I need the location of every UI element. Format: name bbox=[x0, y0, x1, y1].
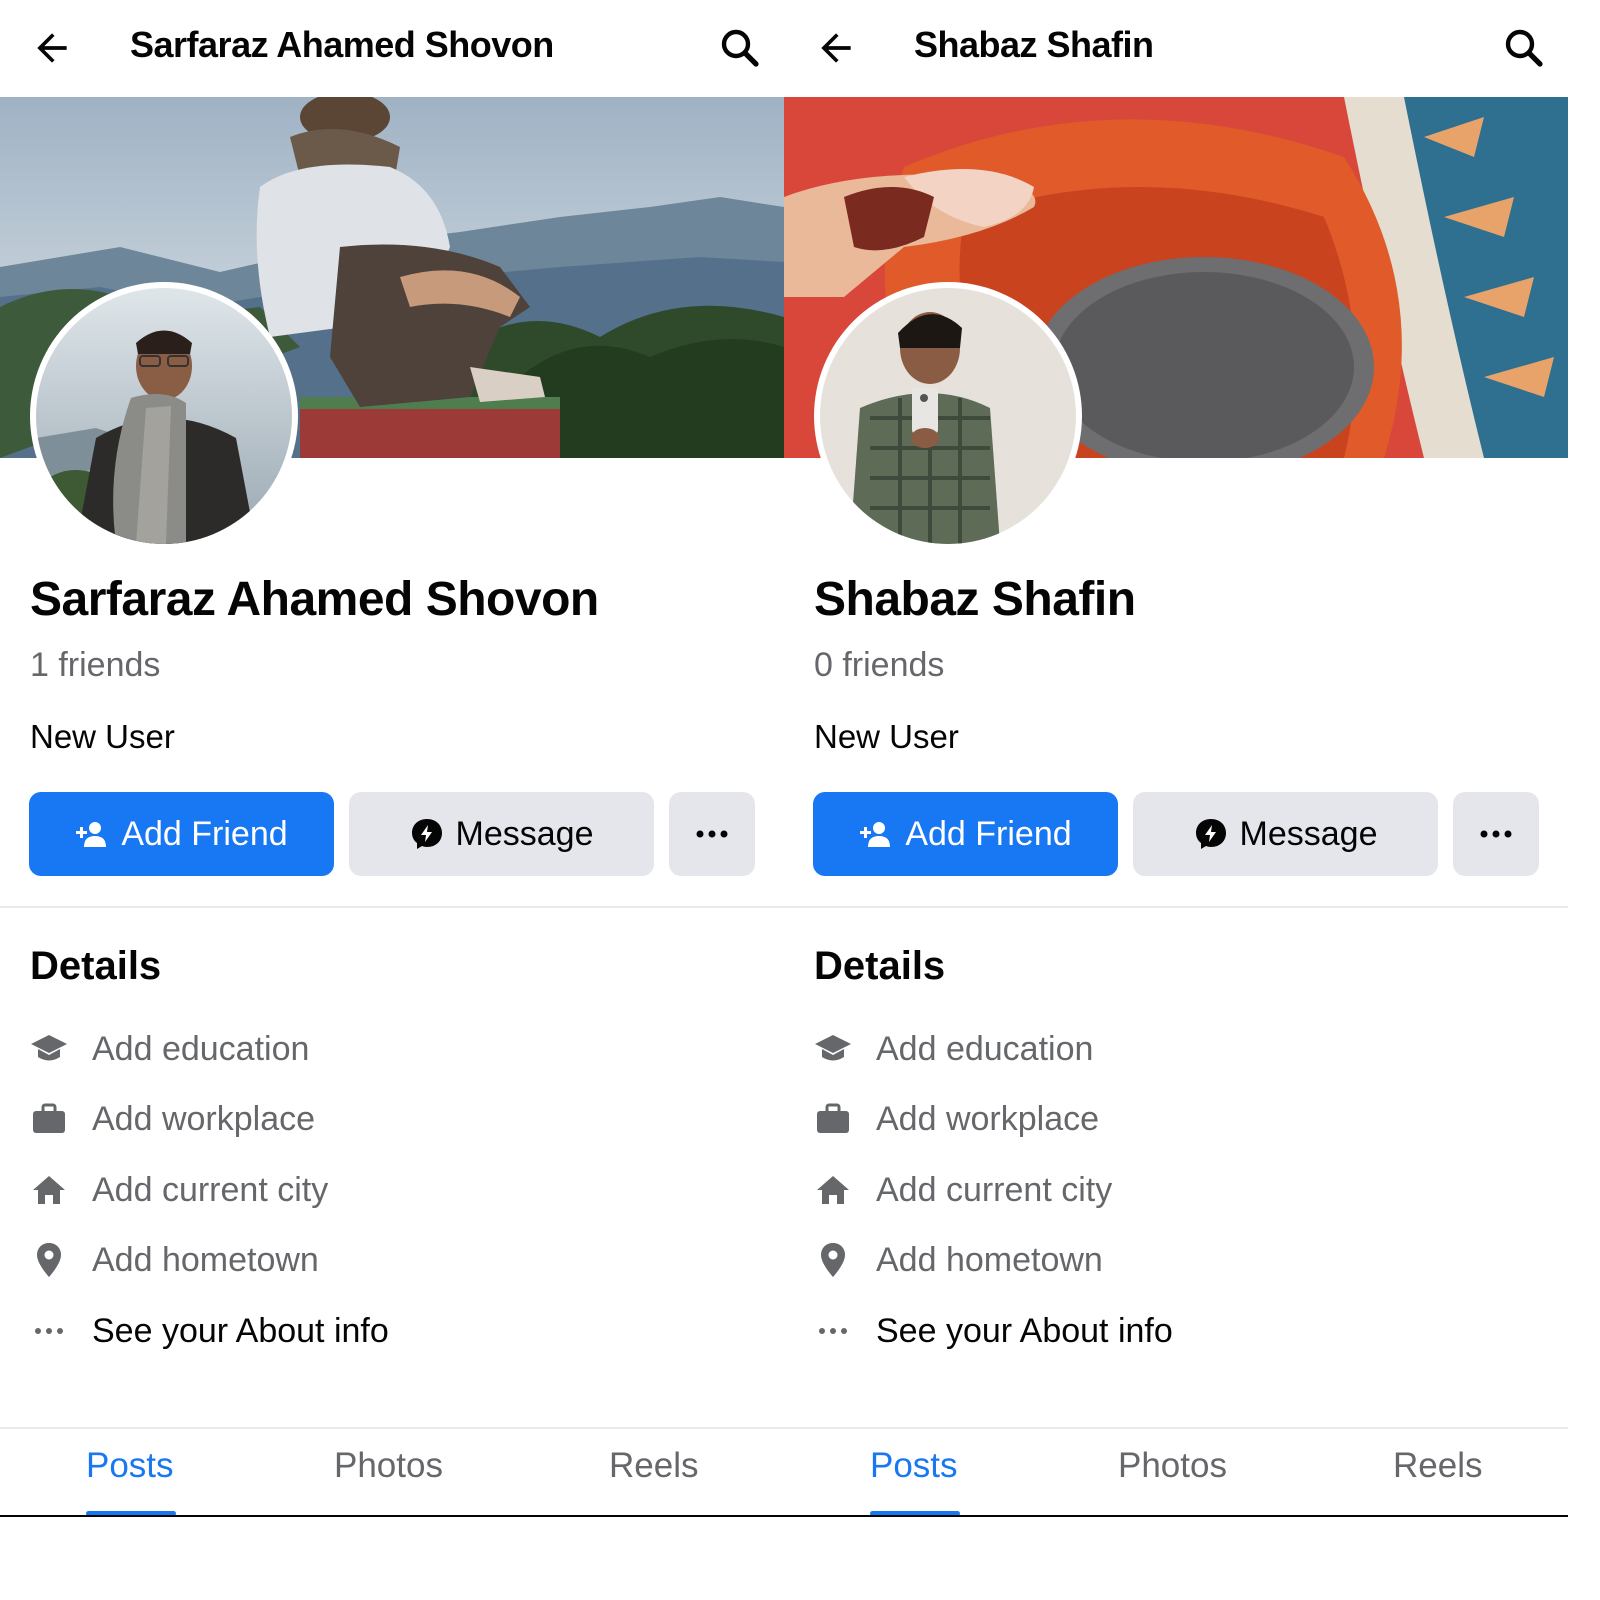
detail-label: Add workplace bbox=[876, 1099, 1100, 1138]
avatar[interactable] bbox=[30, 282, 298, 550]
message-button[interactable]: Message bbox=[1133, 792, 1438, 876]
briefcase-icon bbox=[33, 1103, 65, 1133]
more-dots-icon bbox=[696, 830, 728, 838]
profile-name: Shabaz Shafin bbox=[814, 573, 1136, 626]
profile-panel-left: Sarfaraz Ahamed Shovon Sarfaraz Ahamed S… bbox=[0, 0, 784, 1600]
add-friend-button[interactable]: Add Friend bbox=[813, 792, 1118, 876]
header-title: Sarfaraz Ahamed Shovon bbox=[130, 24, 554, 65]
detail-workplace[interactable]: Add workplace bbox=[30, 1094, 315, 1144]
bottom-divider bbox=[784, 1515, 1568, 1517]
back-arrow-icon[interactable] bbox=[30, 26, 74, 70]
detail-education[interactable]: Add education bbox=[30, 1024, 309, 1074]
detail-label: Add current city bbox=[876, 1170, 1113, 1209]
add-friend-icon bbox=[860, 822, 891, 847]
detail-current-city[interactable]: Add current city bbox=[30, 1165, 328, 1215]
detail-workplace[interactable]: Add workplace bbox=[814, 1094, 1099, 1144]
profile-panel-right: Shabaz Shafin Shabaz Shafin 0 friends Ne… bbox=[784, 0, 1568, 1600]
detail-about-info[interactable]: See your About info bbox=[30, 1306, 389, 1356]
section-divider bbox=[0, 906, 784, 908]
message-button[interactable]: Message bbox=[349, 792, 654, 876]
friends-count[interactable]: 1 friends bbox=[30, 646, 160, 685]
home-icon bbox=[817, 1176, 849, 1204]
more-dots-icon bbox=[1480, 830, 1512, 838]
detail-label: See your About info bbox=[876, 1311, 1173, 1350]
message-label: Message bbox=[455, 814, 594, 853]
avatar[interactable] bbox=[814, 282, 1082, 550]
detail-label: Add workplace bbox=[92, 1099, 316, 1138]
details-title: Details bbox=[30, 944, 162, 988]
education-icon bbox=[31, 1035, 67, 1061]
messenger-icon bbox=[1195, 819, 1226, 849]
top-bar: Shabaz Shafin bbox=[784, 0, 1568, 97]
message-label: Message bbox=[1239, 814, 1378, 853]
tab-reels[interactable]: Reels bbox=[1393, 1446, 1482, 1486]
friends-count[interactable]: 0 friends bbox=[814, 646, 944, 685]
back-arrow-icon[interactable] bbox=[814, 26, 858, 70]
detail-label: Add hometown bbox=[92, 1240, 319, 1279]
profile-bio: New User bbox=[30, 718, 175, 755]
detail-label: Add education bbox=[92, 1029, 310, 1068]
tabs-divider bbox=[0, 1427, 784, 1429]
add-friend-icon bbox=[76, 822, 107, 847]
detail-about-info[interactable]: See your About info bbox=[814, 1306, 1173, 1356]
search-icon[interactable] bbox=[1500, 24, 1548, 72]
detail-label: Add education bbox=[876, 1029, 1094, 1068]
detail-hometown[interactable]: Add hometown bbox=[814, 1235, 1103, 1285]
details-title: Details bbox=[814, 944, 946, 988]
add-friend-label: Add Friend bbox=[121, 814, 288, 853]
education-icon bbox=[815, 1035, 851, 1061]
tab-posts[interactable]: Posts bbox=[86, 1446, 174, 1486]
more-dots-icon bbox=[819, 1328, 847, 1334]
tab-posts[interactable]: Posts bbox=[870, 1446, 958, 1486]
tabs-divider bbox=[784, 1427, 1568, 1429]
detail-education[interactable]: Add education bbox=[814, 1024, 1093, 1074]
profile-bio: New User bbox=[814, 718, 959, 755]
tab-reels[interactable]: Reels bbox=[609, 1446, 698, 1486]
tab-photos[interactable]: Photos bbox=[1118, 1446, 1227, 1486]
more-options-button[interactable] bbox=[669, 792, 755, 876]
detail-label: Add hometown bbox=[876, 1240, 1103, 1279]
add-friend-button[interactable]: Add Friend bbox=[29, 792, 334, 876]
messenger-icon bbox=[411, 819, 442, 849]
section-divider bbox=[784, 906, 1568, 908]
add-friend-label: Add Friend bbox=[905, 814, 1072, 853]
header-title: Shabaz Shafin bbox=[914, 24, 1154, 65]
tab-photos[interactable]: Photos bbox=[334, 1446, 443, 1486]
more-dots-icon bbox=[35, 1328, 63, 1334]
location-pin-icon bbox=[37, 1243, 61, 1277]
detail-label: Add current city bbox=[92, 1170, 329, 1209]
top-bar: Sarfaraz Ahamed Shovon bbox=[0, 0, 784, 97]
search-icon[interactable] bbox=[716, 24, 764, 72]
home-icon bbox=[33, 1176, 65, 1204]
detail-hometown[interactable]: Add hometown bbox=[30, 1235, 319, 1285]
bottom-divider bbox=[0, 1515, 784, 1517]
detail-label: See your About info bbox=[92, 1311, 389, 1350]
profile-name: Sarfaraz Ahamed Shovon bbox=[30, 573, 599, 626]
briefcase-icon bbox=[817, 1103, 849, 1133]
detail-current-city[interactable]: Add current city bbox=[814, 1165, 1112, 1215]
location-pin-icon bbox=[821, 1243, 845, 1277]
more-options-button[interactable] bbox=[1453, 792, 1539, 876]
